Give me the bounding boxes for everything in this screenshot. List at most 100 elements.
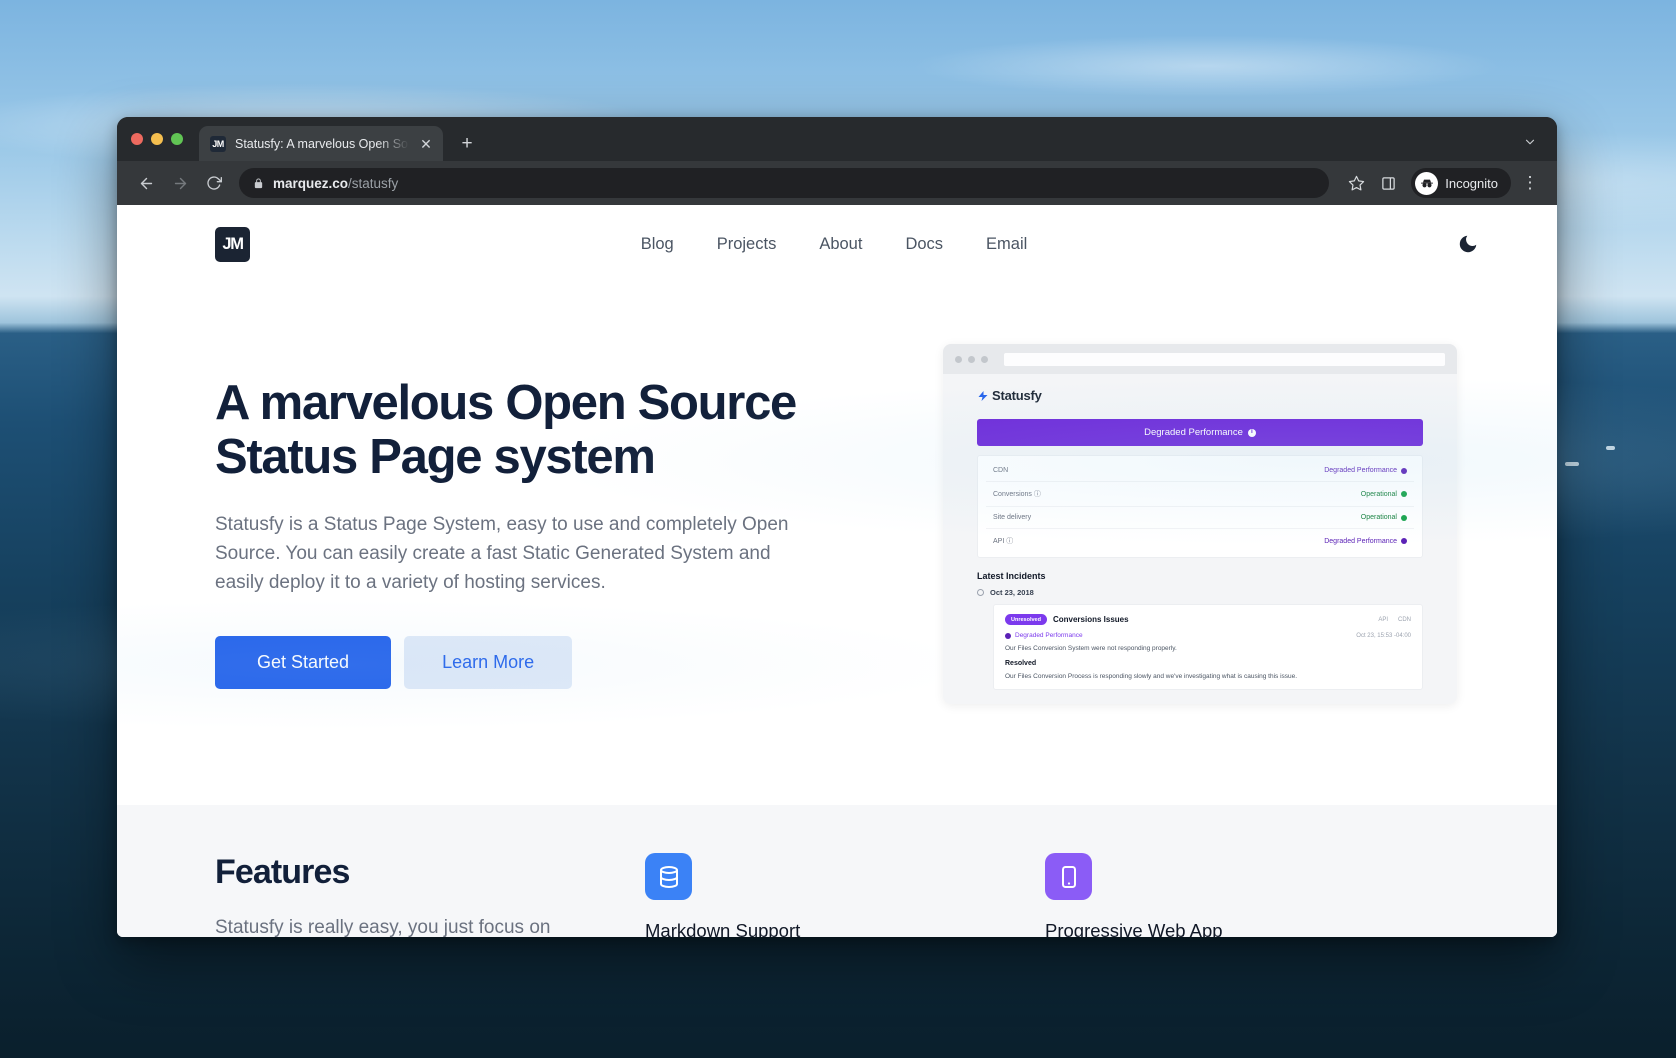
feature-label: Progressive Web App (1045, 920, 1223, 937)
lock-icon (253, 177, 264, 189)
status-value: Operational (1361, 514, 1407, 521)
status-value-label: Degraded Performance (1324, 467, 1397, 474)
tab-title: Statusfy: A marvelous Open So (235, 136, 409, 151)
incident-title: Conversions Issues (1052, 615, 1129, 624)
status-value: Operational (1361, 491, 1407, 498)
features-grid: Markdown Support Progressive Web App (615, 853, 1483, 937)
reload-button[interactable] (199, 168, 229, 198)
incognito-profile-button[interactable]: Incognito (1411, 168, 1511, 198)
status-name: API ⓘ (993, 538, 1014, 545)
feature-progressive-web-app: Progressive Web App (1045, 853, 1445, 937)
browser-toolbar: marquez.co/statusfy Incognito ⋮ (117, 161, 1557, 205)
boat-speck (1606, 446, 1615, 450)
incognito-icon (1415, 171, 1439, 195)
status-value-label: Operational (1360, 514, 1397, 521)
incident-date-label: Oct 23, 2018 (990, 588, 1034, 597)
feature-label: Markdown Support (645, 920, 801, 937)
address-bar[interactable]: marquez.co/statusfy (239, 168, 1330, 198)
incognito-label: Incognito (1445, 175, 1498, 191)
incident-tag: API (1378, 616, 1388, 623)
info-icon: i (1247, 428, 1256, 437)
circle-icon (977, 589, 984, 596)
preview-mock-chrome (943, 344, 1457, 374)
status-dot-icon (1401, 514, 1407, 521)
incident-timestamp: Oct 23, 15:53 -04:00 (1356, 632, 1411, 639)
preview-body: Statusfy Degraded Performance i CDN Degr… (943, 374, 1457, 690)
status-dot-icon (1005, 632, 1011, 639)
incident-tags: API CDN (1378, 617, 1411, 623)
close-window-button[interactable] (131, 133, 143, 145)
status-dot-icon (1401, 467, 1407, 474)
preview-status-banner: Degraded Performance i (977, 419, 1423, 446)
preview-dot (955, 355, 962, 363)
status-name: CDN (993, 467, 1009, 474)
close-tab-icon[interactable]: ✕ (418, 136, 434, 152)
back-button[interactable] (131, 168, 161, 198)
status-value-label: Degraded Performance (1324, 537, 1397, 545)
feature-markdown-support: Markdown Support (645, 853, 1045, 937)
page-viewport: JM Blog Projects About Docs Email A marv… (117, 205, 1557, 937)
window-traffic-lights (131, 117, 199, 161)
status-name: Conversions ⓘ (993, 491, 1041, 498)
learn-more-button[interactable]: Learn More (404, 636, 573, 690)
incident-status: Degraded Performance (1005, 632, 1083, 639)
features-title: Features (215, 853, 350, 891)
table-row: Site delivery Operational (986, 507, 1414, 529)
status-value: Degraded Performance (1324, 467, 1407, 474)
chevron-down-icon[interactable] (1519, 131, 1541, 153)
get-started-button[interactable]: Get Started (215, 636, 392, 690)
nav-link-projects[interactable]: Projects (717, 235, 777, 254)
browser-tab[interactable]: JM Statusfy: A marvelous Open So ✕ (199, 126, 443, 161)
toolbar-actions: Incognito ⋮ (1341, 168, 1545, 198)
nav-link-blog[interactable]: Blog (641, 235, 674, 254)
status-value: Degraded Performance (1324, 538, 1407, 545)
features-copy: Features Statusfy is really easy, you ju… (215, 853, 615, 937)
incident-date: Oct 23, 2018 (977, 588, 1423, 597)
nav-link-about[interactable]: About (819, 235, 862, 254)
status-value-label: Operational (1360, 490, 1397, 498)
hero-section: A marvelous Open Source Status Page syst… (117, 283, 1557, 805)
hero-description: Statusfy is a Status Page System, easy t… (215, 513, 789, 593)
latest-incidents-heading: Latest Incidents (977, 571, 1046, 581)
status-dot-icon (1401, 538, 1407, 544)
statusfy-preview-mock: Statusfy Degraded Performance i CDN Degr… (943, 344, 1457, 704)
features-description: Statusfy is really easy, you just focus … (215, 917, 551, 937)
hero-actions: Get Started Learn More (215, 636, 855, 690)
browser-menu-button[interactable]: ⋮ (1515, 168, 1545, 198)
hero-title: A marvelous Open Source Status Page syst… (215, 376, 797, 485)
features-section: Features Statusfy is really easy, you ju… (117, 805, 1557, 937)
maximize-window-button[interactable] (171, 133, 183, 145)
preview-status-table: CDN Degraded Performance Conversions ⓘ O… (977, 455, 1423, 558)
preview-address-bar (1004, 352, 1445, 366)
status-badge: Unresolved (1005, 614, 1047, 625)
database-icon (645, 853, 692, 900)
table-row: API ⓘ Degraded Performance (986, 529, 1414, 553)
site-header: JM Blog Projects About Docs Email (117, 205, 1557, 283)
table-row: CDN Degraded Performance (986, 460, 1414, 482)
side-panel-icon[interactable] (1373, 168, 1403, 198)
mobile-icon (1045, 853, 1092, 900)
status-name: Site delivery (993, 514, 1032, 521)
dark-mode-moon-icon[interactable] (1453, 229, 1483, 259)
incident-headline: Unresolved Conversions Issues API CDN (1005, 614, 1411, 625)
bookmark-star-icon[interactable] (1341, 168, 1371, 198)
incident-card: Unresolved Conversions Issues API CDN De… (993, 604, 1423, 690)
new-tab-button[interactable]: + (453, 129, 481, 157)
incident-body: Our Files Conversion System were not res… (1005, 645, 1177, 652)
incident-subline: Degraded Performance Oct 23, 15:53 -04:0… (1005, 632, 1411, 639)
preview-dot (968, 355, 975, 363)
tab-favicon-icon: JM (210, 135, 226, 152)
forward-button[interactable] (165, 168, 195, 198)
nav-link-email[interactable]: Email (986, 235, 1027, 254)
address-bar-url: marquez.co/statusfy (273, 176, 398, 191)
minimize-window-button[interactable] (151, 133, 163, 145)
nav-link-docs[interactable]: Docs (905, 235, 943, 254)
table-row: Conversions ⓘ Operational (986, 482, 1414, 507)
hero-copy: A marvelous Open Source Status Page syst… (215, 338, 855, 690)
incident-headline-left: Unresolved Conversions Issues (1005, 614, 1129, 625)
boat-speck (1565, 462, 1579, 466)
preview-banner-label: Degraded Performance (1144, 427, 1243, 438)
tab-strip: JM Statusfy: A marvelous Open So ✕ + (117, 117, 1557, 161)
url-domain: marquez.co (273, 175, 349, 191)
url-path: /statusfy (348, 175, 399, 191)
